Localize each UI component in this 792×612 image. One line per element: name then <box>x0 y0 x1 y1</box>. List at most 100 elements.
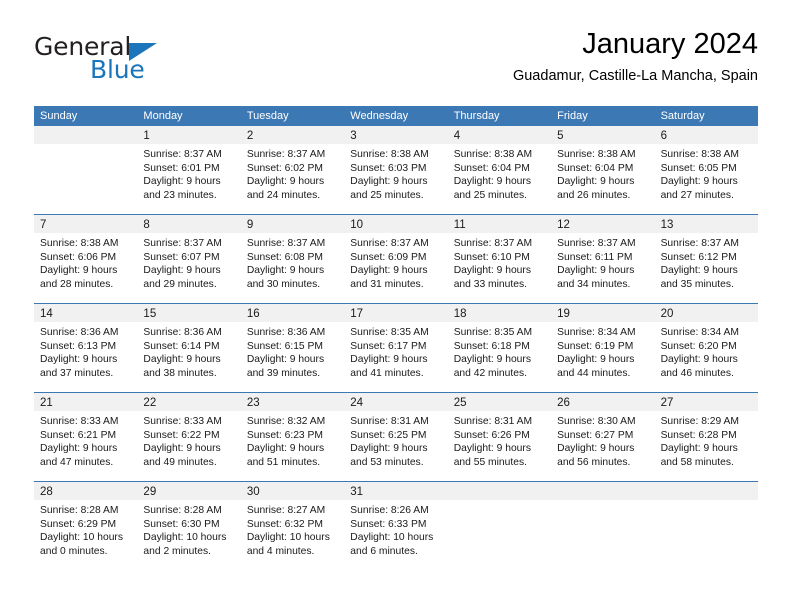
day-sunset-line: Sunset: 6:30 PM <box>143 518 220 530</box>
day-details: Sunrise: 8:26 AM Sunset: 6:33 PM Daylight:… <box>344 500 447 558</box>
calendar-day-cell[interactable]: 21 Sunrise: 8:33 AM Sunset: 6:21 PM Dayligh… <box>34 393 138 481</box>
weekday-header-saturday: Saturday <box>660 110 705 122</box>
day-sunset-line: Sunset: 6:07 PM <box>143 251 220 263</box>
calendar-day-cell[interactable]: 16 Sunrise: 8:36 AM Sunset: 6:15 PM Dayligh… <box>240 304 345 392</box>
day-number: 29 <box>143 486 157 498</box>
calendar-day-cell[interactable]: 30 Sunrise: 8:27 AM Sunset: 6:32 PM Dayligh… <box>240 482 345 570</box>
calendar-day-cell[interactable]: 23 Sunrise: 8:32 AM Sunset: 6:23 PM Dayligh… <box>240 393 345 481</box>
calendar-day-cell[interactable]: 8 Sunrise: 8:37 AM Sunset: 6:07 PM Daylight… <box>137 215 241 303</box>
day-daylight-line: Daylight: 9 hours <box>453 443 531 455</box>
day-sunrise-line: Sunrise: 8:37 AM <box>350 238 429 249</box>
day-sunrise-line: Sunrise: 8:36 AM <box>246 327 326 338</box>
day-number-bar: 10 <box>344 215 448 233</box>
day-daylight-line: and 34 minutes. <box>557 278 631 290</box>
day-daylight-line: Daylight: 9 hours <box>40 354 118 366</box>
calendar-day-cell[interactable]: 27 Sunrise: 8:29 AM Sunset: 6:28 PM Dayligh… <box>654 393 758 481</box>
day-daylight-line: Daylight: 9 hours <box>143 354 221 366</box>
brand-logo[interactable]: General Blue <box>34 32 234 88</box>
day-daylight-line: Daylight: 9 hours <box>143 265 221 277</box>
day-number: 14 <box>40 308 53 320</box>
day-details: Sunrise: 8:35 AM Sunset: 6:17 PM Daylight:… <box>344 322 447 380</box>
day-sunrise-line: Sunrise: 8:30 AM <box>557 416 636 427</box>
calendar-day-cell[interactable]: 15 Sunrise: 8:36 AM Sunset: 6:14 PM Dayligh… <box>137 304 241 392</box>
day-daylight-line: Daylight: 9 hours <box>557 443 635 455</box>
calendar-day-cell[interactable]: 13 Sunrise: 8:37 AM Sunset: 6:12 PM Dayligh… <box>654 215 758 303</box>
day-details: Sunrise: 8:27 AM Sunset: 6:32 PM Daylight:… <box>241 500 344 558</box>
weekday-header-wednesday: Wednesday <box>350 110 409 122</box>
calendar-day-cell[interactable]: 6 Sunrise: 8:38 AM Sunset: 6:05 PM Daylight… <box>654 126 758 214</box>
day-sunset-line: Sunset: 6:04 PM <box>453 162 530 174</box>
day-number-bar: 17 <box>344 304 448 322</box>
calendar-cell-empty <box>34 126 138 214</box>
day-sunrise-line: Sunrise: 8:38 AM <box>350 149 429 160</box>
day-daylight-line: Daylight: 9 hours <box>453 265 531 277</box>
calendar-day-cell[interactable]: 1 Sunrise: 8:37 AM Sunset: 6:01 PM Daylight… <box>137 126 241 214</box>
day-number: 17 <box>350 308 364 320</box>
day-daylight-line: and 25 minutes. <box>350 189 424 201</box>
day-number: 31 <box>350 486 364 498</box>
day-number: 10 <box>350 219 364 231</box>
day-daylight-line: Daylight: 9 hours <box>660 265 738 277</box>
page-subtitle: Guadamur, Castille-La Mancha, Spain <box>512 68 758 84</box>
calendar-day-cell[interactable]: 2 Sunrise: 8:37 AM Sunset: 6:02 PM Daylight… <box>240 126 345 214</box>
calendar-day-cell[interactable]: 10 Sunrise: 8:37 AM Sunset: 6:09 PM Dayligh… <box>344 215 448 303</box>
calendar-day-cell[interactable]: 25 Sunrise: 8:31 AM Sunset: 6:26 PM Dayligh… <box>447 393 552 481</box>
day-daylight-line: Daylight: 9 hours <box>143 176 221 188</box>
calendar-day-cell[interactable]: 19 Sunrise: 8:34 AM Sunset: 6:19 PM Dayligh… <box>551 304 655 392</box>
day-daylight-line: Daylight: 9 hours <box>246 354 325 366</box>
day-number-bar: 30 <box>240 482 345 500</box>
day-number: 21 <box>40 397 53 409</box>
day-sunset-line: Sunset: 6:01 PM <box>143 162 220 174</box>
day-sunset-line: Sunset: 6:20 PM <box>660 340 737 352</box>
calendar-day-cell[interactable]: 31 Sunrise: 8:26 AM Sunset: 6:33 PM Dayligh… <box>344 482 448 570</box>
day-number-bar <box>654 482 758 500</box>
day-number: 18 <box>453 308 467 320</box>
calendar-day-cell[interactable]: 26 Sunrise: 8:30 AM Sunset: 6:27 PM Dayligh… <box>551 393 655 481</box>
calendar-day-cell[interactable]: 22 Sunrise: 8:33 AM Sunset: 6:22 PM Dayligh… <box>137 393 241 481</box>
day-sunrise-line: Sunrise: 8:28 AM <box>143 505 222 516</box>
weekday-header-tuesday: Tuesday <box>246 110 289 122</box>
day-number: 30 <box>246 486 260 498</box>
calendar-day-cell[interactable]: 20 Sunrise: 8:34 AM Sunset: 6:20 PM Dayligh… <box>654 304 758 392</box>
day-number-bar: 20 <box>654 304 758 322</box>
calendar-day-cell[interactable]: 7 Sunrise: 8:38 AM Sunset: 6:06 PM Daylight… <box>34 215 138 303</box>
calendar-day-cell[interactable]: 29 Sunrise: 8:28 AM Sunset: 6:30 PM Dayligh… <box>137 482 241 570</box>
day-sunrise-line: Sunrise: 8:35 AM <box>350 327 429 338</box>
calendar-day-cell[interactable]: 28 Sunrise: 8:28 AM Sunset: 6:29 PM Dayligh… <box>34 482 138 570</box>
day-sunset-line: Sunset: 6:18 PM <box>453 340 530 352</box>
day-sunrise-line: Sunrise: 8:34 AM <box>660 327 739 338</box>
calendar-day-cell[interactable]: 4 Sunrise: 8:38 AM Sunset: 6:04 PM Daylight… <box>447 126 552 214</box>
weekday-header-row: Sunday Monday Tuesday Wednesday Thursday Frid… <box>34 106 758 126</box>
day-sunset-line: Sunset: 6:13 PM <box>40 340 117 352</box>
day-daylight-line: Daylight: 9 hours <box>350 176 428 188</box>
day-sunset-line: Sunset: 6:10 PM <box>453 251 530 263</box>
day-number-bar: 18 <box>447 304 552 322</box>
day-details: Sunrise: 8:31 AM Sunset: 6:25 PM Daylight:… <box>344 411 447 469</box>
day-number-bar: 14 <box>34 304 138 322</box>
calendar-day-cell[interactable]: 18 Sunrise: 8:35 AM Sunset: 6:18 PM Dayligh… <box>447 304 552 392</box>
calendar-day-cell[interactable]: 14 Sunrise: 8:36 AM Sunset: 6:13 PM Dayligh… <box>34 304 138 392</box>
day-number: 11 <box>453 219 466 231</box>
calendar-day-cell[interactable]: 9 Sunrise: 8:37 AM Sunset: 6:08 PM Daylight… <box>240 215 345 303</box>
day-sunset-line: Sunset: 6:05 PM <box>660 162 737 174</box>
calendar-day-cell[interactable]: 3 Sunrise: 8:38 AM Sunset: 6:03 PM Daylight… <box>344 126 448 214</box>
calendar-week-row: 7 Sunrise: 8:38 AM Sunset: 6:06 PM Daylight… <box>34 214 758 303</box>
day-details: Sunrise: 8:33 AM Sunset: 6:22 PM Daylight:… <box>137 411 240 469</box>
day-sunrise-line: Sunrise: 8:33 AM <box>143 416 222 427</box>
day-sunrise-line: Sunrise: 8:37 AM <box>453 238 533 249</box>
day-details: Sunrise: 8:32 AM Sunset: 6:23 PM Daylight:… <box>241 411 344 469</box>
day-details: Sunrise: 8:37 AM Sunset: 6:12 PM Daylight:… <box>655 233 758 291</box>
day-number: 4 <box>453 130 461 142</box>
day-number-bar: 2 <box>240 126 345 144</box>
day-daylight-line: and 4 minutes. <box>246 545 315 557</box>
day-number-bar: 28 <box>34 482 138 500</box>
day-sunrise-line: Sunrise: 8:31 AM <box>453 416 533 427</box>
day-daylight-line: Daylight: 9 hours <box>40 265 118 277</box>
calendar-day-cell[interactable]: 11 Sunrise: 8:37 AM Sunset: 6:10 PM Dayligh… <box>447 215 552 303</box>
calendar-day-cell[interactable]: 5 Sunrise: 8:38 AM Sunset: 6:04 PM Daylight… <box>551 126 655 214</box>
calendar-day-cell[interactable]: 24 Sunrise: 8:31 AM Sunset: 6:25 PM Dayligh… <box>344 393 448 481</box>
day-number: 12 <box>557 219 570 231</box>
calendar-day-cell[interactable]: 12 Sunrise: 8:37 AM Sunset: 6:11 PM Dayligh… <box>551 215 655 303</box>
calendar-day-cell[interactable]: 17 Sunrise: 8:35 AM Sunset: 6:17 PM Dayligh… <box>344 304 448 392</box>
calendar-page: General Blue January 2024 Guadamur, Cast… <box>0 0 792 612</box>
